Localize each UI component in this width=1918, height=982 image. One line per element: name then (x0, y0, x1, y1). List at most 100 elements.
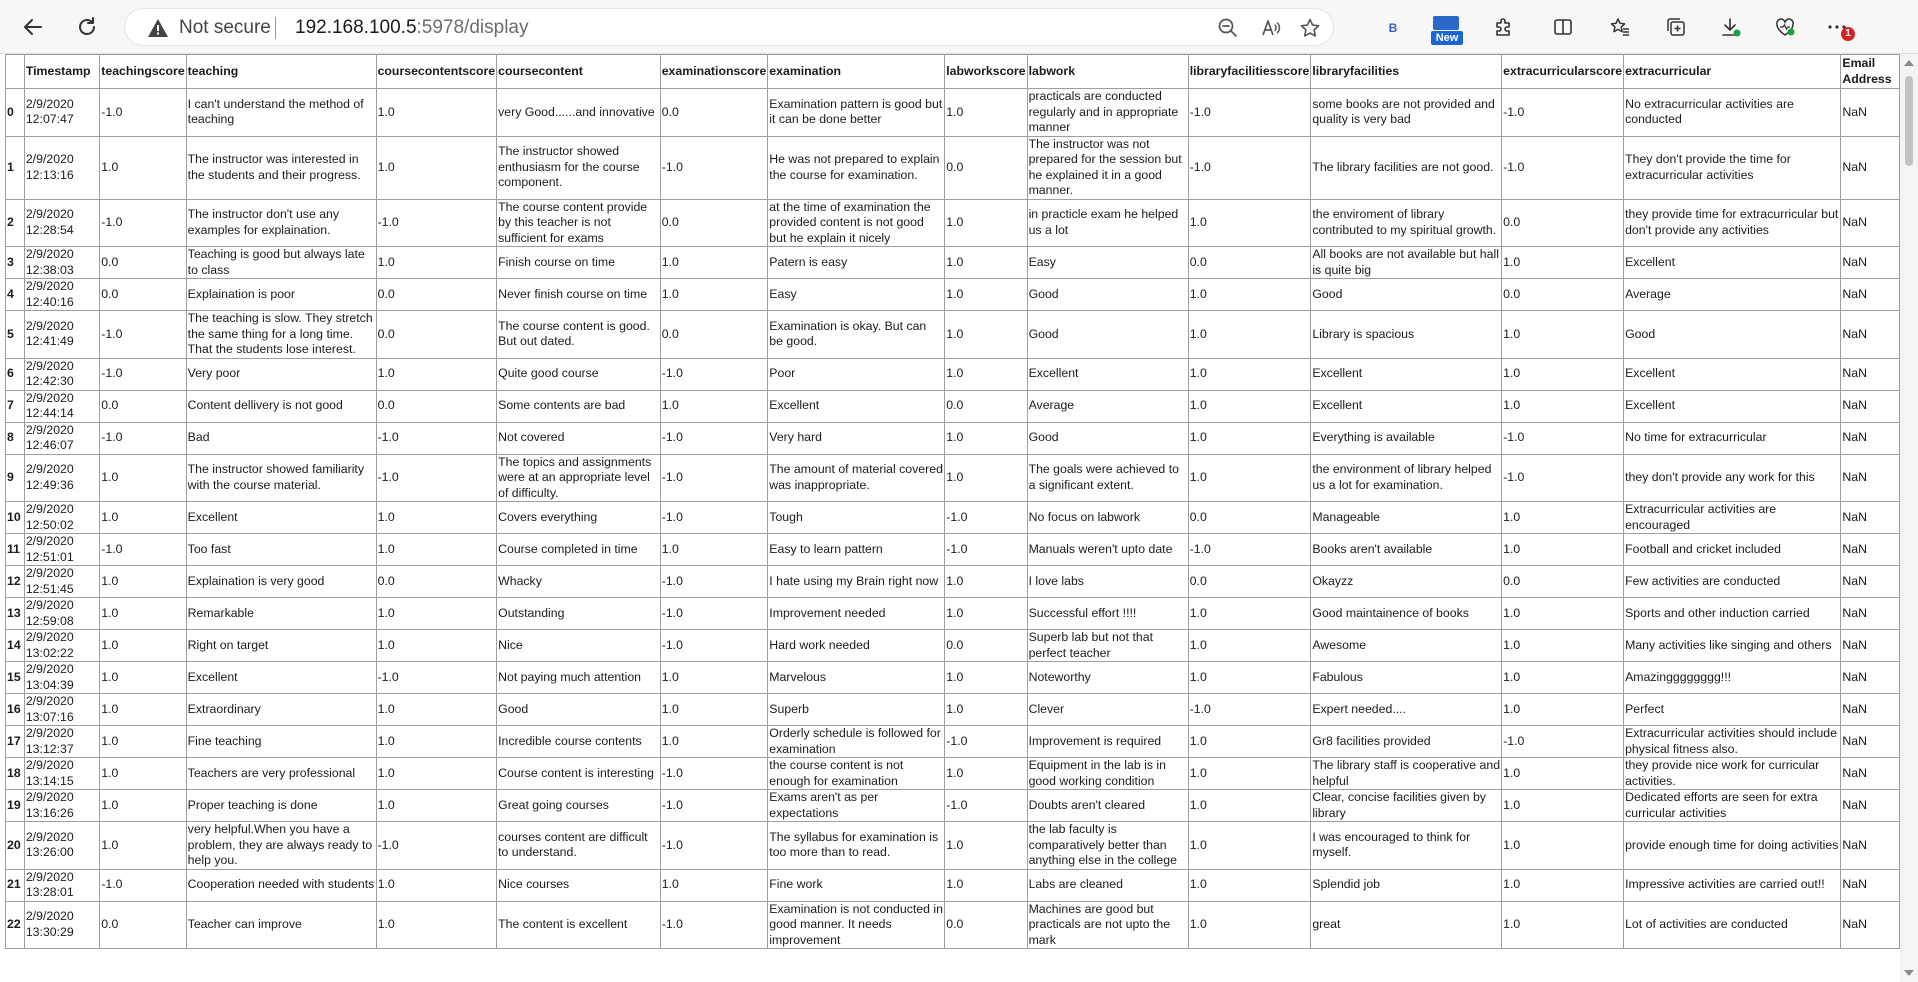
table-cell: Successful effort !!!! (1026, 597, 1189, 630)
vertical-scrollbar[interactable] (1900, 54, 1918, 982)
table-cell: Awesome (1310, 629, 1503, 662)
favorites-icon[interactable] (1603, 10, 1637, 44)
column-header[interactable]: examination (767, 54, 946, 89)
column-header[interactable]: labworkscore (944, 54, 1028, 89)
table-cell: 1.0 (1501, 597, 1625, 630)
table-cell: -1.0 (659, 357, 769, 391)
column-header[interactable]: Email Address (1840, 54, 1900, 89)
back-icon[interactable] (16, 10, 50, 44)
table-cell: Very poor (185, 357, 377, 391)
scroll-up-arrow-icon[interactable] (1904, 60, 1914, 66)
table-cell: the enviroment of library contributed to… (1310, 198, 1503, 247)
column-header[interactable]: coursecontent (496, 54, 661, 89)
column-header[interactable] (5, 54, 25, 89)
table-row: 12 2/9/2020 12:51:45 1.0 Explaination is ve… (5, 565, 1900, 598)
table-cell: 1.0 (375, 246, 498, 279)
table-cell: 2/9/2020 12:51:01 (23, 533, 101, 566)
collections-icon[interactable] (1659, 10, 1693, 44)
table-cell: 1.0 (1187, 900, 1312, 949)
table-cell: The instructor was not prepared for the … (1026, 135, 1189, 200)
table-cell: 1.0 (1501, 868, 1625, 902)
table-cell: Expert needed.... (1310, 693, 1503, 726)
table-cell: Nice (496, 629, 661, 662)
table-cell: Excellent (185, 661, 377, 694)
table-cell: 1.0 (1501, 310, 1625, 359)
read-aloud-icon[interactable] (1258, 15, 1284, 41)
table-cell: NaN (1840, 789, 1900, 822)
table-cell: Examination pattern is good but it can b… (767, 88, 946, 137)
table-cell: 1.0 (1187, 389, 1312, 423)
table-cell: 1.0 (944, 693, 1028, 726)
table-cell: -1.0 (99, 198, 187, 247)
table-cell: 1.0 (375, 693, 498, 726)
table-cell: Easy (767, 278, 946, 311)
column-header[interactable]: coursecontentscore (375, 54, 498, 89)
table-cell: I love labs (1026, 565, 1189, 598)
table-cell: -1.0 (659, 757, 769, 790)
scrollbar-thumb[interactable] (1905, 76, 1913, 166)
table-cell: -1.0 (659, 501, 769, 534)
column-header[interactable]: libraryfacilities (1310, 54, 1503, 89)
table-cell: Hard work needed (767, 629, 946, 662)
column-header[interactable]: extracurricular (1623, 54, 1842, 89)
table-cell: 0.0 (99, 389, 187, 423)
table-cell: 0.0 (944, 135, 1028, 200)
table-cell: 1.0 (944, 198, 1028, 247)
security-label[interactable]: Not secure (179, 17, 271, 39)
address-bar[interactable]: Not secure 192.168.100.5:5978/display (124, 8, 1334, 46)
table-cell: Fine work (767, 868, 946, 902)
table-cell: Okayzz (1310, 565, 1503, 598)
table-cell: Equipment in the lab is in good working … (1026, 757, 1189, 790)
table-cell: NaN (1840, 597, 1900, 630)
table-cell: -1.0 (99, 357, 187, 391)
table-cell: Machines are good but practicals are not… (1026, 900, 1189, 949)
column-header[interactable]: labwork (1026, 54, 1189, 89)
table-cell: Covers everything (496, 501, 661, 534)
table-cell: -1.0 (375, 661, 498, 694)
scroll-down-arrow-icon[interactable] (1904, 970, 1914, 976)
table-cell: I can't understand the method of teachin… (185, 88, 377, 137)
browser-essentials-icon[interactable] (1768, 10, 1802, 44)
table-cell: Patern is easy (767, 246, 946, 279)
row-index-cell: 20 (5, 821, 25, 870)
table-row: 13 2/9/2020 12:59:08 1.0 Remarkable 1.0 Outst… (5, 597, 1900, 630)
column-header[interactable]: teaching (185, 54, 377, 89)
table-cell: -1.0 (944, 789, 1028, 822)
table-cell: NaN (1840, 501, 1900, 534)
new-extension-icon[interactable]: New (1431, 14, 1463, 46)
table-cell: -1.0 (375, 421, 498, 455)
table-cell: Very hard (767, 421, 946, 455)
table-cell: They don't provide the time for extracur… (1623, 135, 1842, 200)
table-cell: 1.0 (659, 661, 769, 694)
column-header[interactable]: teachingscore (99, 54, 187, 89)
table-cell: -1.0 (1187, 533, 1312, 566)
table-cell: 0.0 (1187, 501, 1312, 534)
table-row: 5 2/9/2020 12:41:49 -1.0 The teaching is sl… (5, 310, 1900, 359)
column-header[interactable]: Timestamp (23, 54, 101, 89)
column-header[interactable]: extracurricularscore (1501, 54, 1625, 89)
extension-b-icon[interactable]: B (1382, 17, 1404, 39)
column-header[interactable]: examinationscore (659, 54, 769, 89)
downloads-icon[interactable] (1714, 10, 1748, 44)
table-cell: All books are not available but hall is … (1310, 246, 1503, 279)
zoom-out-icon[interactable] (1215, 15, 1241, 41)
column-header[interactable]: libraryfacilitiesscore (1187, 54, 1312, 89)
table-cell: Examination is not conducted in good man… (767, 900, 946, 949)
warning-icon[interactable] (147, 17, 169, 39)
page-content: Timestamp teachingscore teaching coursec… (0, 54, 1900, 982)
favorite-star-icon[interactable] (1297, 15, 1323, 41)
table-cell: Lot of activities are conducted (1623, 900, 1842, 949)
table-cell: NaN (1840, 821, 1900, 870)
table-cell: Clear, concise facilities given by libra… (1310, 789, 1503, 822)
split-screen-icon[interactable] (1546, 10, 1580, 44)
refresh-icon[interactable] (70, 10, 104, 44)
url-text[interactable]: 192.168.100.5:5978/display (295, 17, 528, 39)
table-cell: Noteworthy (1026, 661, 1189, 694)
table-cell: 0.0 (1501, 198, 1625, 247)
table-cell: Good (1026, 278, 1189, 311)
table-cell: 1.0 (375, 533, 498, 566)
table-cell: 2/9/2020 13:07:16 (23, 693, 101, 726)
table-cell: -1.0 (659, 135, 769, 200)
extensions-icon[interactable] (1487, 10, 1521, 44)
row-index-cell: 18 (5, 757, 25, 790)
